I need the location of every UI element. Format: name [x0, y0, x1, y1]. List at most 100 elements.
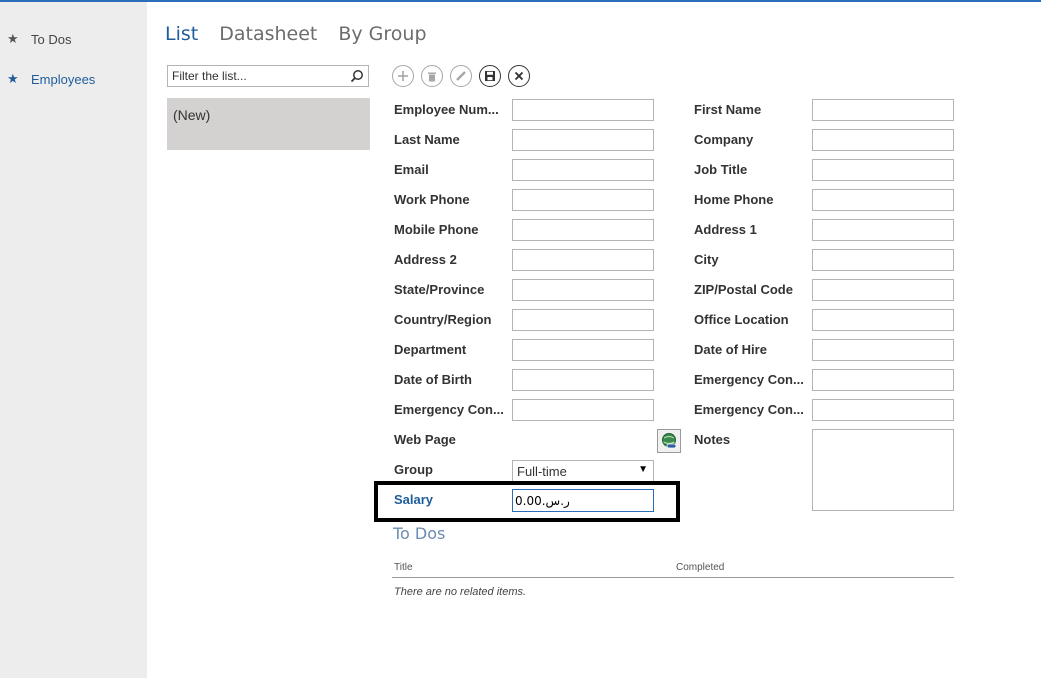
emergency-contact-2-input[interactable]	[813, 400, 953, 420]
last-name-field[interactable]	[512, 129, 654, 151]
job-title-field[interactable]	[812, 159, 954, 181]
city-field[interactable]	[812, 249, 954, 271]
label-notes: Notes	[694, 432, 731, 447]
nav-item-label: Employees	[31, 71, 96, 87]
department-input[interactable]	[513, 340, 653, 360]
add-button[interactable]	[392, 65, 414, 87]
company-input[interactable]	[813, 130, 953, 150]
emergency-contact-field[interactable]	[512, 399, 654, 421]
label-last-name: Last Name	[394, 132, 460, 147]
tab-by-group[interactable]: By Group	[338, 23, 426, 45]
notes-textarea[interactable]	[812, 429, 954, 511]
city-input[interactable]	[813, 250, 953, 270]
country-region-field[interactable]	[512, 309, 654, 331]
label-state-province: State/Province	[394, 282, 485, 297]
label-date-of-birth: Date of Birth	[394, 372, 472, 387]
caret-down-icon: ▼	[638, 464, 648, 475]
work-phone-field[interactable]	[512, 189, 654, 211]
label-emergency-contact-2: Emergency Con...	[694, 402, 804, 417]
label-emergency-contact: Emergency Con...	[394, 402, 504, 417]
globe-link-icon	[662, 433, 677, 449]
mobile-phone-input[interactable]	[513, 220, 653, 240]
edit-button[interactable]	[450, 65, 472, 87]
label-company: Company	[694, 132, 754, 147]
group-select-value: Full-time	[517, 464, 567, 479]
company-field[interactable]	[812, 129, 954, 151]
label-employee-number: Employee Num...	[394, 102, 499, 117]
star-icon: ★	[7, 31, 19, 46]
label-city: City	[694, 252, 719, 267]
state-province-field[interactable]	[512, 279, 654, 301]
label-home-phone: Home Phone	[694, 192, 774, 207]
label-address-2: Address 2	[394, 252, 457, 267]
employee-number-input[interactable]	[513, 100, 653, 120]
date-of-birth-field[interactable]	[512, 369, 654, 391]
home-phone-input[interactable]	[813, 190, 953, 210]
list-item-new[interactable]: (New)	[167, 98, 370, 150]
group-select[interactable]: Full-time ▼	[512, 460, 654, 482]
address-2-input[interactable]	[513, 250, 653, 270]
last-name-input[interactable]	[513, 130, 653, 150]
employee-number-field[interactable]	[512, 99, 654, 121]
trash-icon	[428, 72, 436, 81]
date-of-hire-field[interactable]	[812, 339, 954, 361]
emergency-contact-input[interactable]	[513, 400, 653, 420]
pencil-icon	[456, 71, 466, 81]
delete-button[interactable]	[421, 65, 443, 87]
label-address-1: Address 1	[694, 222, 757, 237]
address-1-field[interactable]	[812, 219, 954, 241]
label-date-of-hire: Date of Hire	[694, 342, 767, 357]
nav-item-to-dos[interactable]: ★ To Dos	[7, 31, 71, 47]
address-1-input[interactable]	[813, 220, 953, 240]
email-field[interactable]	[512, 159, 654, 181]
state-province-input[interactable]	[513, 280, 653, 300]
emergency-contact-2-field[interactable]	[812, 399, 954, 421]
country-region-input[interactable]	[513, 310, 653, 330]
label-email: Email	[394, 162, 429, 177]
label-web-page: Web Page	[394, 432, 456, 447]
tab-list[interactable]: List	[165, 23, 198, 45]
label-group: Group	[394, 462, 433, 477]
first-name-field[interactable]	[812, 99, 954, 121]
mobile-phone-field[interactable]	[512, 219, 654, 241]
save-button[interactable]	[479, 65, 501, 87]
zip-postal-code-input[interactable]	[813, 280, 953, 300]
salary-highlight-box	[374, 481, 680, 522]
department-field[interactable]	[512, 339, 654, 361]
address-2-field[interactable]	[512, 249, 654, 271]
column-header-title[interactable]: Title	[394, 562, 413, 573]
home-phone-field[interactable]	[812, 189, 954, 211]
label-emergency-contact-1: Emergency Con...	[694, 372, 804, 387]
job-title-input[interactable]	[813, 160, 953, 180]
view-tabs: List Datasheet By Group	[165, 23, 427, 45]
date-of-hire-input[interactable]	[813, 340, 953, 360]
email-input[interactable]	[513, 160, 653, 180]
plus-icon	[398, 71, 408, 81]
cancel-button[interactable]	[508, 65, 530, 87]
main-panel: List Datasheet By Group (New)	[147, 2, 1041, 678]
label-country-region: Country/Region	[394, 312, 492, 327]
nav-item-employees[interactable]: ★ Employees	[7, 71, 95, 87]
first-name-input[interactable]	[813, 100, 953, 120]
close-icon	[514, 71, 524, 81]
office-location-field[interactable]	[812, 309, 954, 331]
sidebar: ★ To Dos ★ Employees	[0, 2, 147, 678]
label-zip-postal-code: ZIP/Postal Code	[694, 282, 793, 297]
form-toolbar	[392, 65, 530, 87]
search-icon[interactable]	[350, 69, 364, 83]
emergency-contact-1-field[interactable]	[812, 369, 954, 391]
emergency-contact-1-input[interactable]	[813, 370, 953, 390]
related-todos-title: To Dos	[393, 524, 446, 543]
zip-postal-code-field[interactable]	[812, 279, 954, 301]
label-mobile-phone: Mobile Phone	[394, 222, 479, 237]
work-phone-input[interactable]	[513, 190, 653, 210]
label-office-location: Office Location	[694, 312, 789, 327]
related-empty-message: There are no related items.	[394, 586, 527, 598]
label-department: Department	[394, 342, 467, 357]
web-page-link-button[interactable]	[657, 429, 681, 453]
filter-input[interactable]	[168, 66, 347, 86]
office-location-input[interactable]	[813, 310, 953, 330]
date-of-birth-input[interactable]	[513, 370, 653, 390]
column-header-completed[interactable]: Completed	[676, 562, 724, 573]
tab-datasheet[interactable]: Datasheet	[219, 23, 317, 45]
